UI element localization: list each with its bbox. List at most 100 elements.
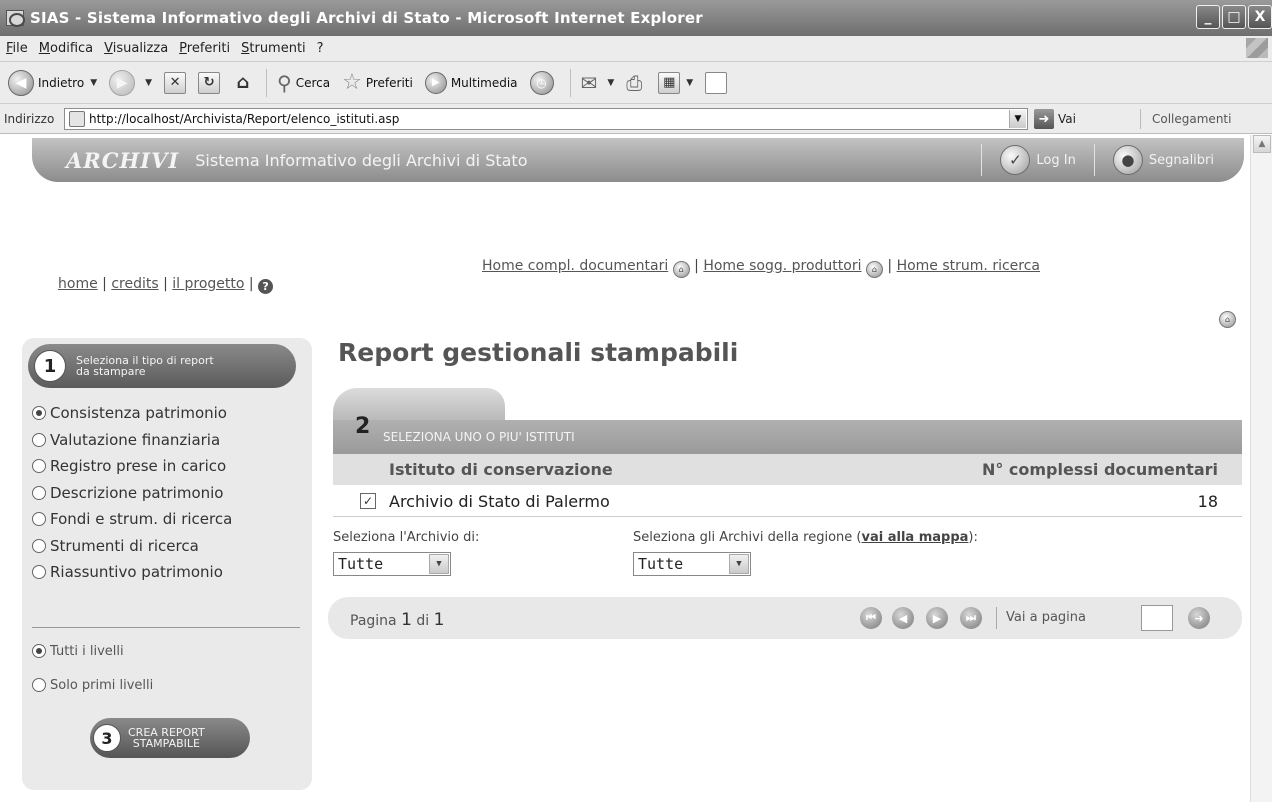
menu-strumenti[interactable]: Strumenti [241,41,306,56]
level-option[interactable]: Tutti i livelli [32,634,153,668]
close-button[interactable]: X [1248,5,1272,29]
mail-button[interactable]: ✉ ▼ [581,71,615,95]
report-type-option[interactable]: Valutazione finanziaria [32,427,232,454]
back-button[interactable]: ◀ Indietro ▼ [8,69,97,96]
forward-arrow-icon: ▶ [109,69,136,96]
filter-region-select[interactable]: Tutte ▼ [633,552,751,576]
report-type-option[interactable]: Riassuntivo patrimonio [32,559,232,586]
level-label: Solo primi livelli [50,677,154,693]
menu-help[interactable]: ? [317,41,324,56]
report-type-option[interactable]: Consistenza patrimonio [32,400,232,427]
stop-button[interactable]: ✕ [164,71,187,94]
institute-checkbox[interactable]: ✓ [360,493,376,509]
project-link[interactable]: il progetto [172,276,244,292]
home-strum-link[interactable]: Home strum. ricerca [897,258,1040,274]
report-type-list: Consistenza patrimonio Valutazione finan… [32,400,232,586]
radio-button[interactable] [32,565,46,580]
favorites-button[interactable]: ☆ Preferiti [342,70,413,95]
window-controls: _ □ X [1196,5,1272,29]
radio-button[interactable] [32,485,46,500]
filter-archive-select[interactable]: Tutte ▼ [333,552,451,576]
radio-button[interactable] [32,644,46,658]
printer-icon: ⎙ [626,70,643,95]
radio-button[interactable] [32,512,46,527]
panel-divider [32,627,300,628]
link-separator: | [102,276,107,292]
menu-modifica[interactable]: Modifica [39,41,93,56]
home-icon[interactable]: ⌂ [865,261,883,278]
url-text: http://localhost/Archivista/Report/elenc… [89,112,400,126]
menu-file[interactable]: File [6,41,28,56]
bookmarks-link[interactable]: ● Segnalibri [1112,145,1214,175]
radio-button[interactable] [32,678,46,692]
report-type-label: Descrizione patrimonio [50,483,224,502]
media-label: Multimedia [450,75,518,90]
institute-count: 18 [1197,492,1218,511]
link-separator: | [163,276,168,292]
radio-button[interactable] [32,432,46,447]
first-page-icon[interactable]: ⏮ [860,607,882,629]
header-links: ✓ Log In ● Segnalibri [963,144,1214,176]
home-compl-link[interactable]: Home compl. documentari [482,258,668,274]
edit-button[interactable]: ▦ ▼ [658,71,693,94]
links-button[interactable]: Collegamenti [1152,112,1231,126]
forward-button[interactable]: ▶ ▼ [109,69,152,96]
step1-label: Seleziona il tipo di report da stampare [76,354,214,378]
create-report-button[interactable]: 3 CREA REPORT STAMPABILE [90,718,250,758]
current-page: 1 [401,610,412,630]
report-type-option[interactable]: Strumenti di ricerca [32,533,232,560]
next-page-icon[interactable]: ▶ [926,607,948,629]
discuss-button[interactable] [705,71,728,94]
search-button[interactable]: ⚲ Cerca [277,71,330,95]
chevron-down-icon[interactable]: ▼ [729,554,749,574]
menu-preferiti[interactable]: Preferiti [179,41,230,56]
edit-icon: ▦ [658,71,681,94]
home-sogg-link[interactable]: Home sogg. produttori [703,258,861,274]
page-word: Pagina [350,613,397,629]
menu-visualizza[interactable]: Visualizza [104,41,168,56]
report-type-label: Fondi e strum. di ricerca [50,510,233,529]
go-button[interactable]: ➜ Vai [1034,109,1076,129]
site-logo[interactable]: ARCHIVI [66,148,179,173]
bookmark-icon: ● [1112,145,1143,175]
step3-number: 3 [93,724,121,752]
minimize-button[interactable]: _ [1196,5,1220,29]
refresh-button[interactable]: ↻ [198,71,221,94]
url-input[interactable]: http://localhost/Archivista/Report/elenc… [64,108,1028,130]
home-link[interactable]: home [58,276,98,292]
radio-button[interactable] [32,538,46,553]
media-button[interactable]: ▶ Multimedia [424,71,518,94]
check-icon: ✓ [1000,145,1031,175]
pagination-bar: Pagina 1 di 1 ⏮ ◀ ▶ ⏭ Vai a pagina ➜ [328,597,1242,639]
print-button[interactable]: ⎙ [626,71,646,95]
link-separator: | [694,258,699,274]
home-icon[interactable]: ⌂ [672,261,690,278]
report-type-option[interactable]: Registro prese in carico [32,453,232,480]
vertical-scrollbar[interactable]: ▲ [1250,135,1272,802]
home-button[interactable]: ⌂ [232,72,254,94]
goto-page-input[interactable] [1141,605,1173,631]
level-option[interactable]: Solo primi livelli [32,668,153,702]
home-icon[interactable]: ⌂ [1219,311,1236,328]
previous-page-icon[interactable]: ◀ [892,607,914,629]
step2-number: 2 [355,414,371,439]
credits-link[interactable]: credits [111,276,158,292]
go-arrow-icon[interactable]: ➜ [1188,607,1210,629]
go-arrow-icon: ➜ [1034,109,1054,129]
window-title: SIAS - Sistema Informativo degli Archivi… [30,9,703,27]
report-type-option[interactable]: Fondi e strum. di ricerca [32,506,232,533]
chevron-down-icon[interactable]: ▼ [1009,110,1026,128]
header-separator [1093,144,1095,176]
of-word: di [416,613,430,629]
report-type-option[interactable]: Descrizione patrimonio [32,480,232,507]
help-icon[interactable]: ? [258,279,274,294]
chevron-down-icon[interactable]: ▼ [429,554,449,574]
map-link[interactable]: vai alla mappa [861,530,968,545]
history-button[interactable]: ◷ [529,70,558,95]
radio-button[interactable] [32,459,46,474]
radio-button[interactable] [32,406,46,421]
maximize-button[interactable]: □ [1222,5,1246,29]
scroll-up-icon[interactable]: ▲ [1253,135,1271,153]
login-link[interactable]: ✓ Log In [1000,145,1076,175]
last-page-icon[interactable]: ⏭ [960,607,982,629]
